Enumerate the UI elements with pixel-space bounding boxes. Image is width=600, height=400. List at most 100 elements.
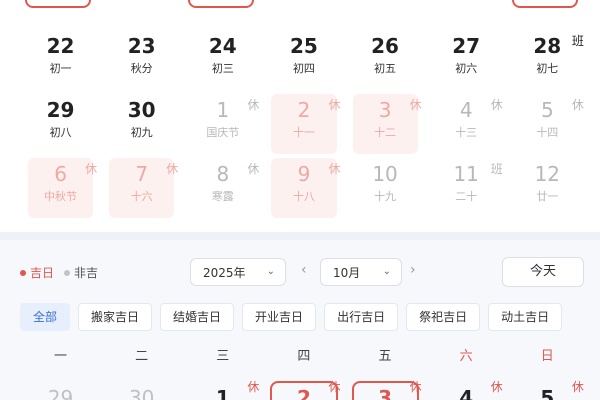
calendar-day[interactable]: 5 十四休 bbox=[507, 94, 588, 156]
calendar-day[interactable]: 8 寒露休 bbox=[182, 158, 263, 220]
calendar-day[interactable]: 29 bbox=[20, 378, 101, 400]
rest-badge: 休 bbox=[85, 162, 98, 176]
auspicious-calendar-panel: 吉日 非吉 2025年 ⌄ ‹ 10月 ⌄ › 今天 全部 搬家吉日 结婚吉日 开业吉… bbox=[0, 240, 600, 400]
day-number: 27 bbox=[452, 34, 481, 58]
today-button[interactable]: 今天 bbox=[502, 257, 584, 287]
lunar-date: 中秋节 bbox=[44, 190, 78, 203]
day-number: 22 bbox=[46, 34, 75, 58]
month-select[interactable]: 10月 ⌄ bbox=[320, 258, 402, 286]
day-number: 10 bbox=[372, 162, 398, 186]
weekday-label: 二 bbox=[135, 349, 149, 364]
calendar-day[interactable]: 3 十二休 bbox=[345, 94, 426, 156]
lunar-date: 十二 bbox=[374, 126, 397, 139]
lunar-date: 十八 bbox=[292, 190, 315, 203]
lunar-date: 十六 bbox=[130, 190, 153, 203]
week-row: 22 初一 23 秋分 24 初三 25 初四 26 初五 27 初六 28 初七班 bbox=[20, 30, 588, 92]
chevron-down-icon: ⌄ bbox=[382, 266, 391, 277]
calendar-day[interactable]: 12 廿一 bbox=[507, 158, 588, 220]
selected-day-outline[interactable] bbox=[512, 0, 578, 8]
weekday-label: 三 bbox=[216, 349, 230, 364]
rest-badge: 休 bbox=[328, 162, 341, 176]
lunar-date: 初九 bbox=[130, 126, 153, 139]
rest-badge: 休 bbox=[166, 162, 179, 176]
calendar-day[interactable]: 2 十一休 bbox=[263, 94, 344, 156]
chevron-down-icon: ⌄ bbox=[266, 266, 275, 277]
filter-chip[interactable]: 动土吉日 bbox=[488, 303, 563, 331]
calendar-day[interactable]: 27 初六 bbox=[426, 30, 507, 92]
calendar-day[interactable]: 10 十九 bbox=[345, 158, 426, 220]
filter-chip[interactable]: 全部 bbox=[20, 303, 71, 331]
rest-badge: 休 bbox=[409, 98, 422, 112]
calendar-day[interactable]: 1 国庆节休 bbox=[182, 94, 263, 156]
rest-badge: 休 bbox=[328, 380, 341, 394]
calendar-day[interactable]: 25 初四 bbox=[263, 30, 344, 92]
rest-badge: 休 bbox=[247, 380, 260, 394]
month-grid-first-row: 29 30 1 休 2 休 3 休 4 休 5 休 bbox=[20, 378, 588, 400]
calendar-day[interactable]: 1休 bbox=[182, 378, 263, 400]
rest-badge: 休 bbox=[328, 98, 341, 112]
calendar-day[interactable]: 3休 bbox=[345, 378, 426, 400]
day-number: 23 bbox=[127, 34, 156, 58]
lunar-date: 初三 bbox=[211, 62, 234, 75]
month-select-value: 10月 bbox=[333, 265, 361, 280]
week-row: 6 中秋节休 7 十六休 8 寒露休 9 十八休 10 十九 11 二十班 12 廿一 bbox=[20, 158, 588, 220]
lunar-date: 十一 bbox=[292, 126, 315, 139]
day-number: 30 bbox=[127, 98, 156, 122]
calendar-day[interactable]: 2休 bbox=[263, 378, 344, 400]
lunar-date: 国庆节 bbox=[206, 126, 240, 139]
filter-chip[interactable]: 搬家吉日 bbox=[78, 303, 153, 331]
year-select-value: 2025年 bbox=[203, 265, 246, 280]
lunar-date: 寒露 bbox=[211, 190, 234, 203]
lunar-date: 初一 bbox=[49, 62, 72, 75]
calendar-day[interactable]: 28 初七班 bbox=[507, 30, 588, 92]
filter-chip[interactable]: 开业吉日 bbox=[242, 303, 317, 331]
weekday-label: 六 bbox=[459, 349, 473, 364]
weekday-label: 一 bbox=[54, 349, 68, 364]
weekday-label: 日 bbox=[540, 349, 554, 364]
calendar-day[interactable]: 4 十三休 bbox=[426, 94, 507, 156]
legend-auspicious: 吉日 bbox=[30, 266, 55, 280]
calendar-day[interactable]: 29 初八 bbox=[20, 94, 101, 156]
calendar-day[interactable]: 9 十八休 bbox=[263, 158, 344, 220]
lunar-date: 初六 bbox=[455, 62, 478, 75]
calendar-day[interactable]: 6 中秋节休 bbox=[20, 158, 101, 220]
day-number: 12 bbox=[534, 162, 561, 186]
calendar-day[interactable]: 30 bbox=[101, 378, 182, 400]
calendar-day[interactable]: 26 初五 bbox=[345, 30, 426, 92]
filter-chip[interactable]: 出行吉日 bbox=[324, 303, 399, 331]
lunar-date: 初四 bbox=[292, 62, 315, 75]
lunar-date: 十四 bbox=[536, 126, 559, 139]
lunar-date: 初八 bbox=[49, 126, 72, 139]
selected-day-outline[interactable] bbox=[25, 0, 91, 8]
calendar-day[interactable]: 24 初三 bbox=[182, 30, 263, 92]
next-month-arrow-icon[interactable]: › bbox=[410, 262, 416, 278]
calendar-day[interactable]: 22 初一 bbox=[20, 30, 101, 92]
lunar-date: 初五 bbox=[374, 62, 397, 75]
workday-badge: 班 bbox=[490, 162, 503, 176]
lunar-date: 秋分 bbox=[130, 62, 153, 75]
filter-chip[interactable]: 结婚吉日 bbox=[160, 303, 235, 331]
day-number: 29 bbox=[47, 386, 74, 400]
filter-chip[interactable]: 祭祀吉日 bbox=[406, 303, 481, 331]
workday-badge: 班 bbox=[571, 34, 584, 48]
weekday-header: 一二三四五六日 bbox=[20, 345, 588, 364]
prev-month-arrow-icon[interactable]: ‹ bbox=[301, 262, 307, 278]
rest-badge: 休 bbox=[571, 380, 584, 394]
day-number: 25 bbox=[290, 34, 318, 58]
calendar-day[interactable]: 11 二十班 bbox=[426, 158, 507, 220]
day-number: 26 bbox=[371, 34, 399, 58]
calendar-day[interactable]: 23 秋分 bbox=[101, 30, 182, 92]
calendar-day[interactable]: 5休 bbox=[507, 378, 588, 400]
selected-day-outline[interactable] bbox=[188, 0, 254, 8]
lunar-date: 十三 bbox=[455, 126, 478, 139]
lunar-date: 廿一 bbox=[536, 190, 559, 203]
calendar-day[interactable]: 30 初九 bbox=[101, 94, 182, 156]
rest-badge: 休 bbox=[247, 162, 260, 176]
calendar-day[interactable]: 4休 bbox=[426, 378, 507, 400]
calendar-day[interactable]: 7 十六休 bbox=[101, 158, 182, 220]
day-number: 30 bbox=[128, 386, 155, 400]
rest-badge: 休 bbox=[409, 380, 422, 394]
year-select[interactable]: 2025年 ⌄ bbox=[190, 258, 286, 286]
legend-not-auspicious: 非吉 bbox=[74, 266, 99, 280]
week-row: 29 初八 30 初九 1 国庆节休 2 十一休 3 十二休 4 十三休 5 十四休 bbox=[20, 94, 588, 156]
